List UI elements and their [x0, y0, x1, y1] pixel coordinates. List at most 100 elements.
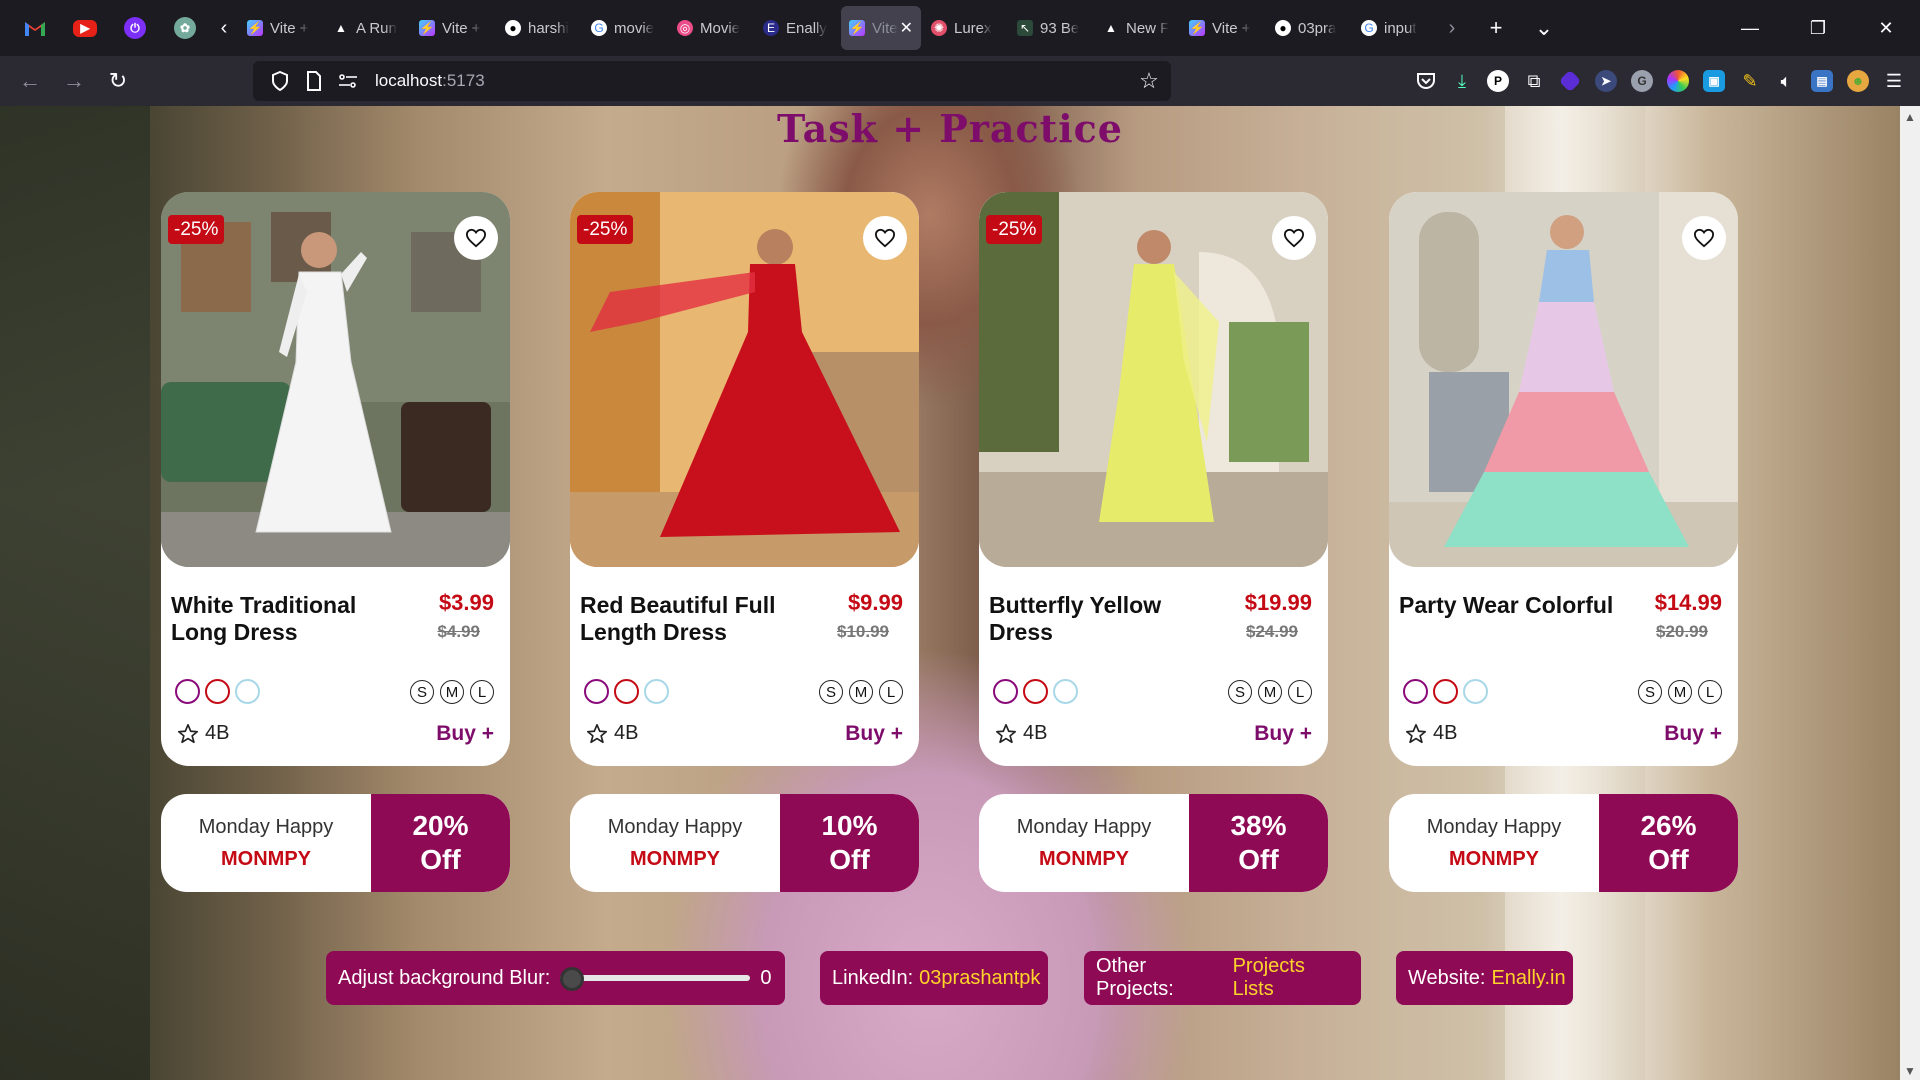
color-swatch[interactable]	[205, 679, 230, 704]
color-swatch[interactable]	[1053, 679, 1078, 704]
chatgpt-pinned-tab[interactable]: ✿	[169, 12, 201, 44]
color-swatch[interactable]	[175, 679, 200, 704]
blur-slider-track[interactable]	[560, 975, 751, 981]
size-option[interactable]: S	[819, 680, 843, 704]
menu-icon[interactable]: ☰	[1876, 63, 1912, 99]
scroll-up-icon[interactable]: ▲	[1904, 110, 1916, 124]
buy-button[interactable]: Buy +	[1664, 722, 1722, 746]
pocket-icon[interactable]	[1408, 63, 1444, 99]
size-option[interactable]: L	[1288, 680, 1312, 704]
gmail-pinned-tab[interactable]	[19, 12, 51, 44]
browser-tab[interactable]: ↖ 93 Be	[1009, 6, 1093, 50]
size-option[interactable]: L	[1698, 680, 1722, 704]
size-option[interactable]: M	[440, 680, 464, 704]
extensions-icon[interactable]: ⧉	[1516, 63, 1552, 99]
minimize-button[interactable]: —	[1716, 0, 1784, 56]
projects-link[interactable]: Projects Lists	[1233, 955, 1349, 1001]
buy-button[interactable]: Buy +	[436, 722, 494, 746]
page-scrollbar[interactable]: ▲ ▼	[1900, 106, 1920, 1080]
browser-tab[interactable]: ● 03pra	[1267, 6, 1351, 50]
list-all-tabs-button[interactable]: ⌄	[1520, 6, 1568, 50]
youtube-pinned-tab[interactable]: ▶	[69, 12, 101, 44]
blur-slider-thumb[interactable]	[560, 967, 585, 991]
color-swatch[interactable]	[584, 679, 609, 704]
close-window-button[interactable]: ✕	[1852, 0, 1920, 56]
size-option[interactable]: M	[849, 680, 873, 704]
browser-tab[interactable]: ● harshi	[497, 6, 581, 50]
size-option[interactable]: L	[879, 680, 903, 704]
restore-button[interactable]: ❐	[1784, 0, 1852, 56]
downloads-icon[interactable]: ⤓	[1444, 63, 1480, 99]
buy-button[interactable]: Buy +	[1254, 722, 1312, 746]
scroll-tabs-left-button[interactable]: ‹	[210, 8, 238, 48]
browser-tab[interactable]: Gmovie	[583, 6, 667, 50]
wishlist-heart-icon[interactable]	[1272, 216, 1316, 260]
extension-pencil-icon[interactable]: ✎	[1732, 63, 1768, 99]
coupon-code[interactable]: MONMPY	[1449, 848, 1539, 871]
blur-slider[interactable]	[560, 966, 751, 991]
browser-tab[interactable]: ⚡ Vite +	[239, 6, 323, 50]
website-link[interactable]: Enally.in	[1491, 967, 1565, 990]
pinned-tab-3[interactable]: ⏻	[119, 12, 151, 44]
vite-icon: ⚡	[247, 20, 263, 36]
product-price: $9.99	[847, 590, 903, 615]
browser-tab[interactable]: ▲ New F	[1095, 6, 1179, 50]
color-swatch[interactable]	[644, 679, 669, 704]
rating-value: 4B	[614, 722, 639, 744]
size-option[interactable]: S	[1228, 680, 1252, 704]
browser-tab[interactable]: E Enally	[755, 6, 839, 50]
browser-tab[interactable]: ⚡ Vite ✕	[841, 6, 921, 50]
coupon-code[interactable]: MONMPY	[630, 848, 720, 871]
back-button[interactable]: ←	[8, 61, 52, 101]
linkedin-link[interactable]: 03prashantpk	[919, 967, 1040, 990]
size-option[interactable]: M	[1258, 680, 1282, 704]
extension-screen-icon[interactable]: ▤	[1804, 63, 1840, 99]
scroll-down-icon[interactable]: ▼	[1904, 1064, 1916, 1078]
color-swatch[interactable]	[993, 679, 1018, 704]
size-option[interactable]: M	[1668, 680, 1692, 704]
volume-icon[interactable]: 🔈︎	[1768, 63, 1804, 99]
shield-icon[interactable]	[263, 61, 297, 101]
wishlist-heart-icon[interactable]	[454, 216, 498, 260]
color-swatch[interactable]	[614, 679, 639, 704]
browser-tab[interactable]: ⚡ Vite +	[411, 6, 495, 50]
extension-color-icon[interactable]	[1660, 63, 1696, 99]
permissions-icon[interactable]	[331, 61, 365, 101]
extension-cursor-icon[interactable]: ➤	[1588, 63, 1624, 99]
coupon-code[interactable]: MONMPY	[221, 848, 311, 871]
color-swatch[interactable]	[1463, 679, 1488, 704]
page-icon[interactable]	[297, 61, 331, 101]
new-tab-button[interactable]: +	[1472, 6, 1520, 50]
browser-tab[interactable]: ◎ Movie	[669, 6, 753, 50]
forward-button[interactable]: →	[52, 61, 96, 101]
extension-window-icon[interactable]: ▣	[1696, 63, 1732, 99]
coupon-code[interactable]: MONMPY	[1039, 848, 1129, 871]
extension-monkey-icon[interactable]: ☻	[1840, 63, 1876, 99]
wishlist-heart-icon[interactable]	[863, 216, 907, 260]
size-option[interactable]: S	[1638, 680, 1662, 704]
browser-tab[interactable]: ✺ Lurex	[923, 6, 1007, 50]
size-option[interactable]: L	[470, 680, 494, 704]
buy-button[interactable]: Buy +	[845, 722, 903, 746]
scroll-tabs-right-button[interactable]: ›	[1438, 8, 1466, 48]
wishlist-heart-icon[interactable]	[1682, 216, 1726, 260]
bookmark-star-icon[interactable]: ☆	[1135, 67, 1163, 95]
extension-g-icon[interactable]: G	[1624, 63, 1660, 99]
color-swatch[interactable]	[235, 679, 260, 704]
profile-p-icon[interactable]: P	[1480, 63, 1516, 99]
product-name: Butterfly Yellow Dress	[989, 592, 1162, 645]
browser-tab[interactable]: ⚡ Vite +	[1181, 6, 1265, 50]
color-swatch[interactable]	[1433, 679, 1458, 704]
close-tab-icon[interactable]: ✕	[900, 18, 913, 38]
coupon-discount: 10% Off	[780, 794, 919, 892]
color-swatch[interactable]	[1403, 679, 1428, 704]
extension-hexagon-icon[interactable]	[1552, 63, 1588, 99]
size-option[interactable]: S	[410, 680, 434, 704]
reload-button[interactable]: ↻	[96, 61, 140, 101]
color-swatch[interactable]	[1023, 679, 1048, 704]
url-text[interactable]: localhost:5173	[375, 71, 485, 91]
enally-icon: E	[763, 20, 779, 36]
browser-tab[interactable]: ▲ A Run	[325, 6, 409, 50]
browser-tab[interactable]: Ginput	[1353, 6, 1437, 50]
address-bar[interactable]: localhost:5173 ☆	[253, 61, 1171, 101]
